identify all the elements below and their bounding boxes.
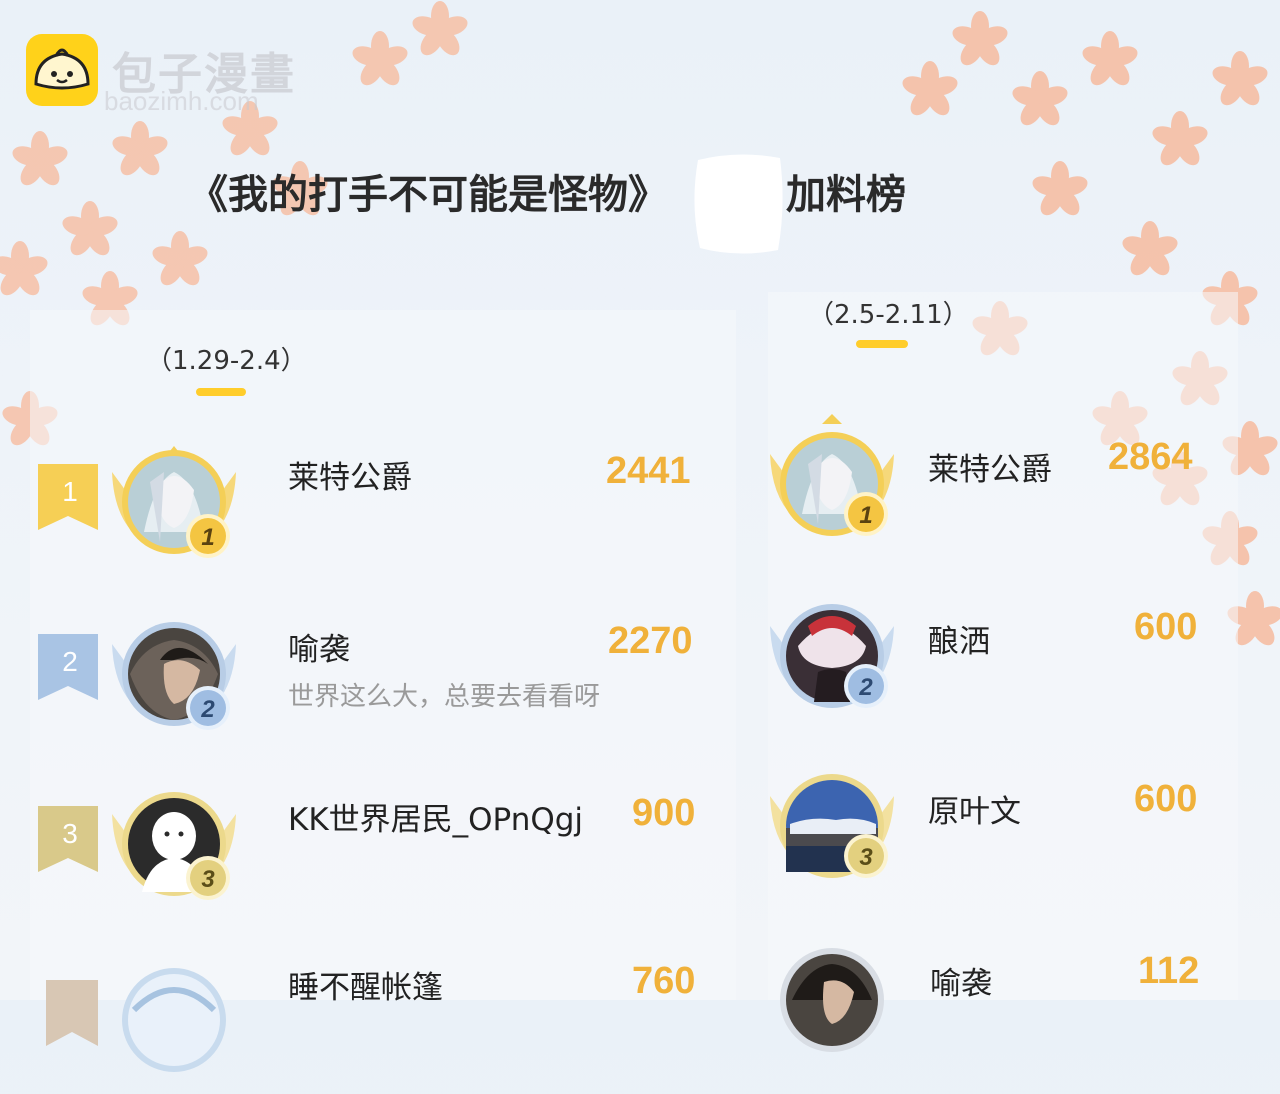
username: 莱特公爵: [928, 452, 1052, 488]
user-avatar[interactable]: 2: [762, 586, 894, 716]
svg-text:1: 1: [859, 502, 872, 529]
svg-text:1: 1: [201, 524, 214, 551]
score: 600: [1134, 606, 1198, 648]
score: 600: [1134, 778, 1198, 820]
user-avatar[interactable]: 1: [762, 414, 894, 544]
username: KK世界居民_OPnQgj: [288, 802, 584, 838]
username: 酿洒: [928, 624, 990, 660]
user-avatar[interactable]: [104, 950, 234, 1080]
score: 760: [632, 960, 696, 1002]
left-date-range: （1.29-2.4）: [146, 346, 307, 376]
rank-number: 1: [62, 476, 78, 507]
anime-avatar-icon: [122, 968, 226, 1072]
watermark-url: baozimh.com: [104, 86, 259, 116]
score: 2270: [608, 620, 693, 662]
page-title: 《我的打手不可能是怪物》: [188, 172, 668, 218]
score: 2441: [606, 450, 691, 492]
bun-logo-icon: [26, 34, 98, 106]
rank-number: 2: [62, 646, 78, 677]
username: 原叶文: [928, 794, 1021, 830]
redaction-blot: [694, 154, 783, 254]
page-title-suffix: 加料榜: [786, 172, 906, 218]
rank-4-ribbon-icon: [46, 980, 98, 1046]
photo-avatar-icon: [780, 948, 884, 1052]
rank-medal-icon: 3: [186, 856, 230, 900]
user-avatar[interactable]: 2: [104, 604, 236, 734]
username: 莱特公爵: [288, 460, 412, 496]
rank-medal-icon: 1: [186, 514, 230, 558]
user-avatar[interactable]: 3: [762, 756, 894, 886]
username: 喻袭: [288, 632, 350, 668]
svg-text:2: 2: [858, 674, 873, 701]
score: 2864: [1108, 436, 1193, 478]
rank-medal-icon: 3: [844, 834, 888, 878]
user-signature: 世界这么大，总要去看看呀: [288, 682, 601, 712]
right-range-underline: [856, 340, 908, 348]
right-date-range: （2.5-2.11）: [808, 300, 969, 330]
rank-medal-icon: 2: [844, 664, 888, 708]
score: 900: [632, 792, 696, 834]
username: 睡不醒帐篷: [288, 970, 443, 1006]
svg-text:3: 3: [201, 866, 215, 893]
svg-text:2: 2: [200, 696, 215, 723]
rank-medal-icon: 1: [844, 492, 888, 536]
user-avatar[interactable]: 3: [104, 774, 236, 904]
score: 112: [1138, 950, 1200, 992]
rank-medal-icon: 2: [186, 686, 230, 730]
user-avatar[interactable]: 1: [104, 432, 236, 562]
rank-number: 3: [62, 818, 78, 849]
svg-text:3: 3: [859, 844, 873, 871]
left-range-underline: [196, 388, 246, 396]
user-avatar[interactable]: [762, 930, 892, 1060]
site-watermark: 包子漫畫 baozimh.com: [26, 34, 356, 124]
username: 喻袭: [930, 966, 992, 1002]
